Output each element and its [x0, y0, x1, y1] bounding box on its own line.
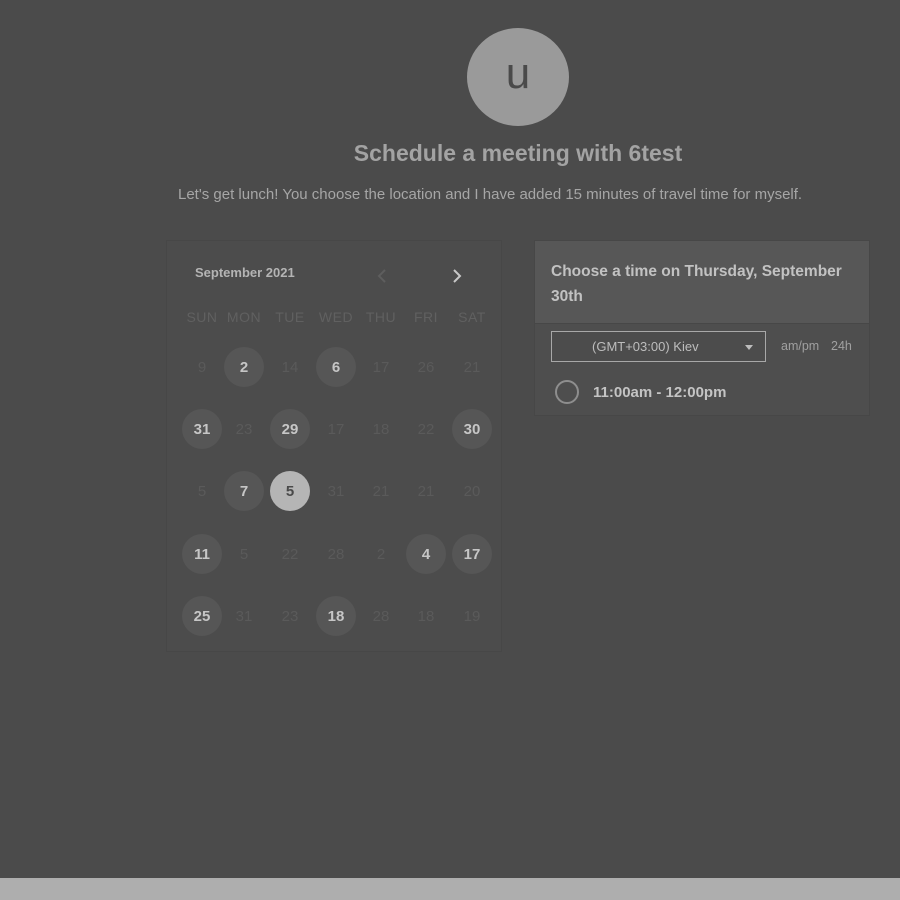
calendar-day-available[interactable]: 17 — [452, 534, 492, 574]
timezone-value: (GMT+03:00) Kiev — [592, 339, 699, 354]
time-picker-panel: Choose a time on Thursday, September 30t… — [534, 240, 870, 416]
chevron-right-icon — [453, 269, 462, 283]
calendar-day-unavailable: 9 — [197, 358, 207, 376]
calendar-day-unavailable: 28 — [372, 607, 390, 625]
calendar-day-selected[interactable]: 5 — [270, 471, 310, 511]
calendar-day-available[interactable]: 2 — [224, 347, 264, 387]
time-panel-heading: Choose a time on Thursday, September 30t… — [551, 263, 842, 305]
weekday-label: WED — [318, 309, 354, 325]
calendar-day-available[interactable]: 29 — [270, 409, 310, 449]
time-panel-header: Choose a time on Thursday, September 30t… — [535, 241, 869, 324]
weekday-label: SAT — [458, 309, 486, 325]
meeting-description: Let's get lunch! You choose the location… — [178, 186, 803, 203]
chevron-left-icon — [377, 269, 386, 283]
calendar-day-unavailable: 18 — [417, 607, 435, 625]
weekday-label: TUE — [275, 309, 305, 325]
weekday-header-row: SUN MON TUE WED THU FRI SAT — [167, 309, 503, 329]
calendar-day-unavailable: 22 — [417, 420, 435, 438]
calendar-day-unavailable: 23 — [281, 607, 299, 625]
next-month-button[interactable] — [445, 264, 469, 288]
timezone-select[interactable]: (GMT+03:00) Kiev — [551, 331, 766, 362]
weekday-label: FRI — [413, 309, 439, 325]
calendar-day-available[interactable]: 4 — [406, 534, 446, 574]
calendar-day-unavailable: 17 — [372, 358, 390, 376]
calendar-day-unavailable: 14 — [281, 358, 299, 376]
time-slot[interactable]: 11:00am - 12:00pm — [555, 379, 726, 405]
calendar-day-available[interactable]: 31 — [182, 409, 222, 449]
calendar-day-unavailable: 31 — [235, 607, 253, 625]
calendar-day-available[interactable]: 30 — [452, 409, 492, 449]
previous-month-button[interactable] — [370, 264, 394, 288]
bottom-bar — [0, 878, 900, 900]
calendar-day-unavailable: 21 — [372, 482, 390, 500]
calendar-day-available[interactable]: 7 — [224, 471, 264, 511]
format-24h-toggle[interactable]: 24h — [831, 339, 852, 353]
scheduling-page: u Schedule a meeting with 6test Let's ge… — [0, 0, 900, 900]
caret-down-icon — [745, 345, 753, 350]
avatar-letter: u — [505, 49, 531, 98]
calendar-month-label: September 2021 — [195, 265, 295, 280]
calendar-day-unavailable: 17 — [327, 420, 345, 438]
calendar-day-unavailable: 5 — [197, 482, 207, 500]
avatar: u — [467, 28, 569, 126]
calendar-day-unavailable: 22 — [281, 545, 299, 563]
calendar-day-unavailable: 20 — [463, 482, 481, 500]
page-title: Schedule a meeting with 6test — [353, 140, 683, 166]
calendar-day-available[interactable]: 18 — [316, 596, 356, 636]
calendar-day-unavailable: 21 — [463, 358, 481, 376]
calendar-day-unavailable: 18 — [372, 420, 390, 438]
weekday-label: SUN — [186, 309, 218, 325]
calendar-day-unavailable: 21 — [417, 482, 435, 500]
calendar-day-available[interactable]: 6 — [316, 347, 356, 387]
calendar-day-available[interactable]: 25 — [182, 596, 222, 636]
weekday-label: MON — [226, 309, 262, 325]
calendar-day-unavailable: 28 — [327, 545, 345, 563]
format-ampm-toggle[interactable]: am/pm — [781, 339, 819, 353]
calendar-day-unavailable: 26 — [417, 358, 435, 376]
calendar-day-available[interactable]: 11 — [182, 534, 222, 574]
radio-button[interactable] — [555, 380, 579, 404]
calendar-day-unavailable: 5 — [239, 545, 249, 563]
time-slot-label: 11:00am - 12:00pm — [593, 383, 727, 401]
calendar-day-unavailable: 2 — [376, 545, 386, 563]
calendar-day-unavailable: 23 — [235, 420, 253, 438]
calendar-day-unavailable: 19 — [463, 607, 481, 625]
weekday-label: THU — [365, 309, 397, 325]
calendar: September 2021 SUN MON TUE WED THU FRI SAT 921… — [166, 240, 502, 652]
calendar-day-unavailable: 31 — [327, 482, 345, 500]
